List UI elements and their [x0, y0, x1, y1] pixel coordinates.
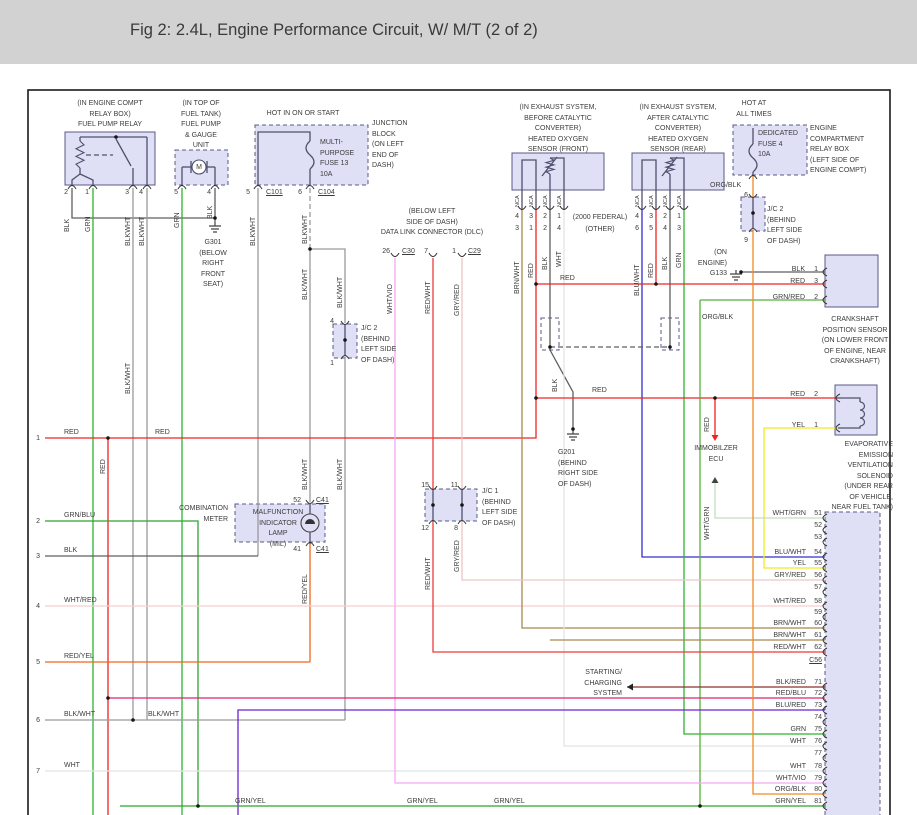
junction-dot — [548, 345, 552, 349]
junction-dot — [343, 338, 347, 342]
connector-arc — [429, 253, 437, 257]
wiring-diagram-canvas — [0, 0, 917, 815]
junction-dot — [698, 804, 702, 808]
redwht-ecm-wire — [433, 520, 825, 652]
junction-dot — [114, 135, 118, 139]
fuel-pump-relay-box — [65, 132, 155, 185]
o2f-blk-ground-wire — [550, 350, 573, 430]
junction-dot — [739, 270, 743, 274]
junction-block-box — [255, 125, 368, 185]
connector-arc — [391, 253, 399, 257]
junction-dot — [713, 396, 717, 400]
junction-dot — [213, 216, 217, 220]
row2-grnblu-wire — [45, 521, 198, 806]
o2r-grn-wire — [684, 210, 825, 734]
junction-dot — [534, 396, 538, 400]
junction-dot — [534, 282, 538, 286]
fuel-pump-motor — [192, 160, 206, 174]
blkwht-branch-wire — [310, 249, 345, 323]
starting-charging-arrow — [627, 684, 633, 691]
connector-arc — [458, 253, 466, 257]
wiring-diagram-page: Fig 2: 2.4L, Engine Performance Circuit,… — [0, 0, 917, 815]
whtgrn-arrow — [712, 477, 719, 483]
g201-ground — [567, 430, 579, 440]
junction-dot — [131, 718, 135, 722]
junction-dot — [196, 804, 200, 808]
junction-dot — [431, 503, 435, 507]
o2f-brnwht-wire — [522, 210, 825, 628]
junction-dot — [308, 247, 312, 251]
junction-dot — [106, 696, 110, 700]
gryred-ecm-wire — [462, 520, 825, 580]
junction-dot — [654, 282, 658, 286]
junction-dot — [571, 427, 575, 431]
junction-dot — [668, 345, 672, 349]
o2f-wht-wire — [564, 210, 825, 746]
junction-dot — [106, 436, 110, 440]
ecm-box — [825, 512, 880, 815]
junction-dot — [751, 211, 755, 215]
crankshaft-sensor-box — [825, 255, 878, 307]
whtgrn-immo-wire — [715, 481, 825, 518]
engine-compt-relay-box — [733, 125, 807, 175]
immobilizer-arrow — [712, 435, 719, 441]
blured-73-wire — [238, 710, 825, 815]
g301-ground — [209, 222, 221, 232]
junction-dot — [460, 503, 464, 507]
